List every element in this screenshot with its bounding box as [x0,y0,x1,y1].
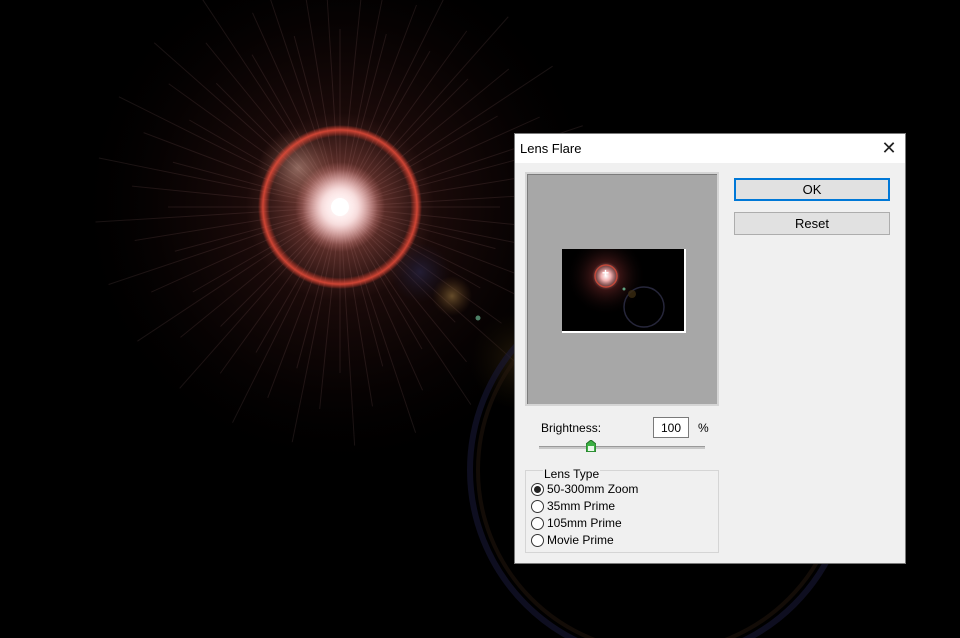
lens-option-label: 35mm Prime [547,499,616,513]
radio-icon[interactable] [531,533,544,547]
lens-option-label: 105mm Prime [547,516,622,530]
lens-flare-dialog: Lens Flare ✕ + OK Reset Brightness: 100 … [514,133,906,564]
lens-option-105mm-prime[interactable]: 105mm Prime [531,515,622,531]
lens-option-label: Movie Prime [547,533,614,547]
reset-button[interactable]: Reset [734,212,890,235]
lens-option-movie-prime[interactable]: Movie Prime [531,532,614,548]
radio-selected-icon[interactable] [531,482,544,496]
lens-option-label: 50-300mm Zoom [547,482,639,496]
crosshair-icon[interactable]: + [602,267,609,279]
radio-icon[interactable] [531,499,544,513]
flare-preview-panel: + [525,172,719,406]
brightness-input[interactable] [653,417,689,438]
brightness-label: Brightness: [541,421,602,435]
ok-button[interactable]: OK [734,178,890,201]
brightness-unit: % [698,421,709,435]
flare-preview-thumbnail[interactable]: + [562,249,686,333]
brightness-slider-thumb[interactable] [586,440,596,452]
radio-icon[interactable] [531,516,544,530]
dialog-title: Lens Flare [520,141,582,156]
lens-option-50-300mm-zoom[interactable]: 50-300mm Zoom [531,481,638,497]
brightness-slider-track[interactable] [539,446,705,449]
dialog-titlebar[interactable]: Lens Flare ✕ [515,134,905,163]
lens-option-35mm-prime[interactable]: 35mm Prime [531,498,615,514]
lens-type-legend: Lens Type [543,467,601,481]
close-icon[interactable]: ✕ [877,137,901,159]
